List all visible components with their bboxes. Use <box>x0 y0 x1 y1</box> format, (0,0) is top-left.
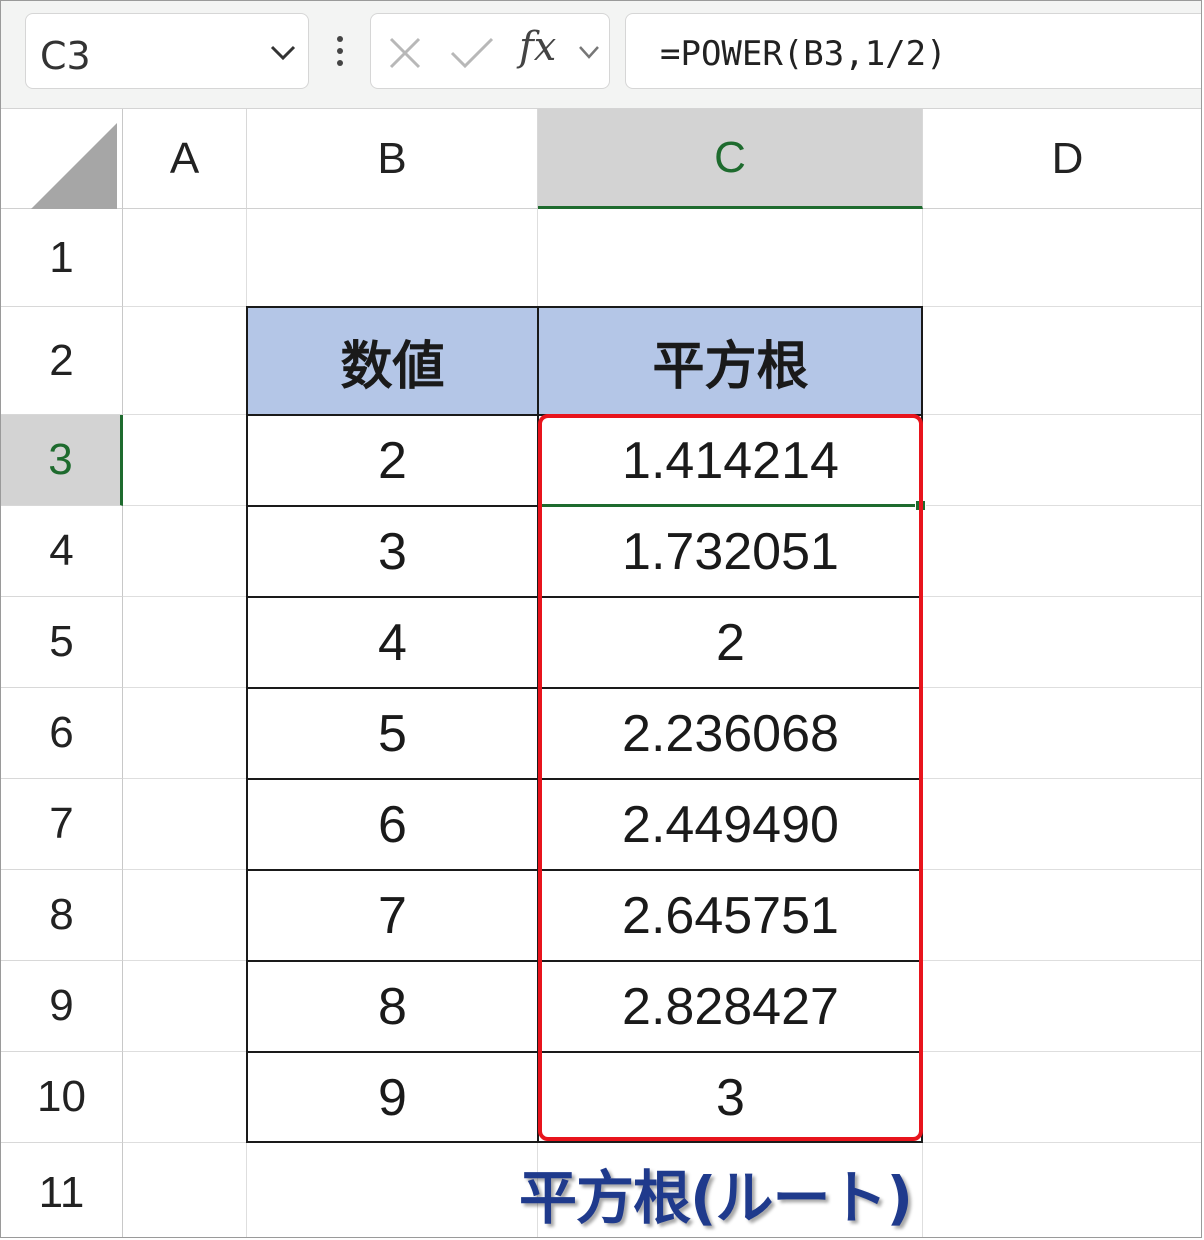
table-header-sqrt[interactable]: 平方根 <box>538 307 923 415</box>
cell-b10[interactable]: 9 <box>247 1052 538 1143</box>
row-header-1[interactable]: 1 <box>1 209 123 307</box>
chevron-down-icon[interactable] <box>268 39 298 65</box>
cell-b4[interactable]: 3 <box>247 506 538 597</box>
formula-bar: C3 fx =POWER(B3,1/2) <box>1 1 1201 109</box>
cell-b6[interactable]: 5 <box>247 688 538 779</box>
more-options-icon[interactable] <box>334 34 346 68</box>
enter-check-icon[interactable] <box>449 35 495 71</box>
cancel-icon[interactable] <box>387 35 423 71</box>
formula-buttons: fx <box>370 13 610 89</box>
name-box[interactable]: C3 <box>25 13 309 89</box>
cell-b5[interactable]: 4 <box>247 597 538 688</box>
row-header-8[interactable]: 8 <box>1 870 123 961</box>
cell-b3[interactable]: 2 <box>247 415 538 506</box>
select-all-triangle-icon <box>31 123 117 209</box>
row-header-4[interactable]: 4 <box>1 506 123 597</box>
highlight-box <box>538 414 923 1141</box>
table-border <box>246 306 248 1143</box>
name-box-value: C3 <box>40 34 91 78</box>
row-header-7[interactable]: 7 <box>1 779 123 870</box>
column-header-d[interactable]: D <box>923 109 1201 209</box>
formula-input[interactable]: =POWER(B3,1/2) <box>625 13 1201 89</box>
row-header-5[interactable]: 5 <box>1 597 123 688</box>
table-header-value[interactable]: 数値 <box>247 307 538 415</box>
chevron-down-icon[interactable] <box>577 42 601 62</box>
row-header-3[interactable]: 3 <box>1 415 123 506</box>
row-header-9[interactable]: 9 <box>1 961 123 1052</box>
row-header-11[interactable]: 11 <box>1 1143 123 1237</box>
column-header-c[interactable]: C <box>538 109 923 209</box>
caption-label: 平方根(ルート) <box>519 1164 913 1232</box>
column-header-a[interactable]: A <box>123 109 247 209</box>
cell-b8[interactable]: 7 <box>247 870 538 961</box>
insert-function-icon[interactable]: fx <box>519 24 556 70</box>
table-border <box>246 1141 923 1143</box>
spreadsheet-window: C3 fx =POWER(B3,1/2) A B C D 1 2 3 4 5 6… <box>0 0 1202 1238</box>
row-header-2[interactable]: 2 <box>1 307 123 415</box>
table-border <box>246 306 923 308</box>
cell-b9[interactable]: 8 <box>247 961 538 1052</box>
column-header-b[interactable]: B <box>247 109 538 209</box>
cell-b7[interactable]: 6 <box>247 779 538 870</box>
formula-text: =POWER(B3,1/2) <box>660 34 947 74</box>
select-all-button[interactable] <box>1 109 123 209</box>
row-header-10[interactable]: 10 <box>1 1052 123 1143</box>
row-header-6[interactable]: 6 <box>1 688 123 779</box>
